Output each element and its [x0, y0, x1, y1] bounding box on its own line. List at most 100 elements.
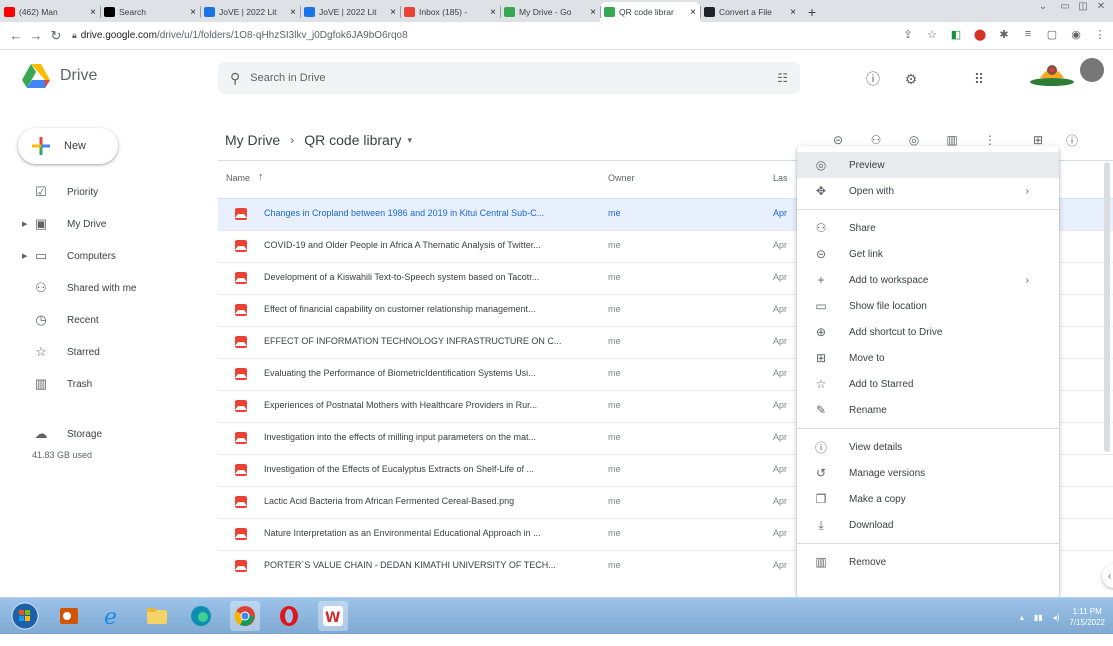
column-owner[interactable]: Owner — [608, 173, 635, 183]
settings-icon[interactable]: ⚙ — [902, 70, 920, 88]
reading-list-icon[interactable]: ≡ — [1021, 27, 1035, 41]
browser-tab[interactable]: Search × — [100, 2, 200, 22]
sidebar-item-recent[interactable]: ◷ Recent — [0, 304, 210, 336]
expand-arrow-icon[interactable]: ▶ — [22, 252, 27, 260]
url-field[interactable]: 🔒︎ drive.google.com/drive/u/1/folders/1O… — [72, 30, 408, 41]
file-name[interactable]: Lactic Acid Bacteria from African Fermen… — [264, 496, 599, 506]
file-name[interactable]: Experiences of Postnatal Mothers with He… — [264, 400, 599, 410]
edge-icon[interactable] — [186, 601, 216, 631]
search-bar[interactable]: ⚲ Search in Drive ☷ — [218, 62, 800, 94]
file-name[interactable]: Investigation into the effects of millin… — [264, 432, 599, 442]
search-input[interactable]: Search in Drive — [250, 72, 325, 84]
browser-menu-icon[interactable]: ⋮ — [1093, 27, 1107, 41]
chrome-icon[interactable] — [230, 601, 260, 631]
file-name[interactable]: Investigation of the Effects of Eucalypt… — [264, 464, 599, 474]
close-tab-icon[interactable]: × — [690, 7, 696, 18]
outlook-icon[interactable] — [54, 601, 84, 631]
restore-icon[interactable]: ◫ — [1075, 1, 1091, 12]
menu-item-open-with[interactable]: ✥ Open with › — [797, 178, 1059, 204]
close-tab-icon[interactable]: × — [490, 7, 496, 18]
file-name[interactable]: PORTER`S VALUE CHAIN - DEDAN KIMATHI UNI… — [264, 560, 599, 570]
reload-icon[interactable]: ↻ — [46, 28, 66, 44]
file-name[interactable]: EFFECT OF INFORMATION TECHNOLOGY INFRAST… — [264, 336, 599, 346]
menu-item-move-to[interactable]: ⊞ Move to — [797, 345, 1059, 371]
menu-item-remove[interactable]: ▥ Remove — [797, 549, 1059, 575]
details-info-icon[interactable]: ⓘ — [1064, 132, 1080, 148]
browser-tab[interactable]: Convert a File × — [700, 2, 800, 22]
back-icon[interactable]: ← — [6, 28, 26, 43]
network-icon[interactable]: ▮▮ — [1034, 613, 1043, 622]
sort-arrow-up-icon[interactable]: ↑ — [258, 171, 264, 183]
menu-item-view-details[interactable]: ⓘ View details — [797, 434, 1059, 460]
menu-item-add-to-starred[interactable]: ☆ Add to Starred — [797, 371, 1059, 397]
file-name[interactable]: Evaluating the Performance of BiometricI… — [264, 368, 599, 378]
sidebar-item-priority[interactable]: ☑ Priority — [0, 176, 210, 208]
bookmark-star-icon[interactable]: ☆ — [925, 27, 939, 41]
extension-red-icon[interactable]: ⬤ — [973, 27, 987, 41]
extension-green-icon[interactable]: ◧ — [949, 27, 963, 41]
profile-icon[interactable]: ◉ — [1069, 27, 1083, 41]
menu-item-manage-versions[interactable]: ↺ Manage versions — [797, 460, 1059, 486]
clock[interactable]: 1:11 PM 7/15/2022 — [1069, 606, 1105, 628]
internet-explorer-icon[interactable]: e — [98, 601, 128, 631]
organization-logo[interactable] — [1028, 56, 1076, 88]
tray-overflow-icon[interactable]: ▴ — [1020, 613, 1024, 622]
minimize-icon[interactable]: ▭ — [1057, 1, 1073, 12]
file-name[interactable]: COVID-19 and Older People in Africa A Th… — [264, 240, 599, 250]
menu-item-share[interactable]: ⚇ Share — [797, 215, 1059, 241]
column-name[interactable]: Name — [226, 173, 250, 183]
browser-tab[interactable]: QR code librar × — [600, 2, 700, 22]
file-name[interactable]: Development of a Kiswahili Text-to-Speec… — [264, 272, 599, 282]
opera-icon[interactable] — [274, 601, 304, 631]
menu-item-download[interactable]: ⤓ Download — [797, 512, 1059, 538]
file-explorer-icon[interactable] — [142, 601, 172, 631]
chevron-down-icon[interactable]: ▾ — [408, 135, 413, 146]
drive-logo[interactable]: Drive — [22, 64, 97, 88]
sidebar-item-starred[interactable]: ☆ Starred — [0, 336, 210, 368]
file-name[interactable]: Changes in Cropland between 1986 and 201… — [264, 208, 599, 218]
apps-grid-icon[interactable]: ⠿ — [970, 70, 988, 88]
search-icon[interactable]: ⚲ — [230, 70, 240, 87]
close-tab-icon[interactable]: × — [90, 7, 96, 18]
breadcrumb-my-drive[interactable]: My Drive — [225, 132, 280, 148]
browser-tab[interactable]: (462) Man × — [0, 2, 100, 22]
menu-item-make-a-copy[interactable]: ❐ Make a copy — [797, 486, 1059, 512]
volume-icon[interactable]: ◂) — [1053, 613, 1060, 622]
expand-arrow-icon[interactable]: ▶ — [22, 220, 27, 228]
close-tab-icon[interactable]: × — [790, 7, 796, 18]
close-tab-icon[interactable]: × — [290, 7, 296, 18]
browser-tab[interactable]: JoVE | 2022 Lit × — [300, 2, 400, 22]
scrollbar[interactable] — [1104, 162, 1110, 452]
close-tab-icon[interactable]: × — [590, 7, 596, 18]
file-name[interactable]: Nature Interpretation as an Environmenta… — [264, 528, 599, 538]
search-options-icon[interactable]: ☷ — [777, 71, 788, 85]
menu-item-add-to-workspace[interactable]: + Add to workspace › — [797, 267, 1059, 293]
sidebar-item-shared-with-me[interactable]: ⚇ Shared with me — [0, 272, 210, 304]
browser-tab[interactable]: Inbox (185) - × — [400, 2, 500, 22]
browser-tab[interactable]: JoVE | 2022 Lit × — [200, 2, 300, 22]
close-window-icon[interactable]: ✕ — [1093, 1, 1109, 12]
breadcrumb-current-folder[interactable]: QR code library — [304, 132, 401, 148]
sidebar-item-computers[interactable]: ▶ ▭ Computers — [0, 240, 210, 272]
file-name[interactable]: Effect of financial capability on custom… — [264, 304, 599, 314]
browser-tab[interactable]: My Drive - Go × — [500, 2, 600, 22]
start-button[interactable] — [10, 601, 40, 631]
extensions-puzzle-icon[interactable]: ✱ — [997, 27, 1011, 41]
menu-item-add-shortcut-to-drive[interactable]: ⊕ Add shortcut to Drive — [797, 319, 1059, 345]
menu-item-get-link[interactable]: ⊝ Get link — [797, 241, 1059, 267]
tab-search-icon[interactable]: ⌄ — [1031, 1, 1055, 12]
new-button[interactable]: New — [18, 128, 118, 164]
new-tab-button[interactable]: + — [800, 2, 824, 22]
share-page-icon[interactable]: ⇪ — [901, 27, 915, 41]
menu-item-preview[interactable]: ◎ Preview — [797, 152, 1059, 178]
sidebar-item-my-drive[interactable]: ▶ ▣ My Drive — [0, 208, 210, 240]
lock-icon[interactable]: 🔒︎ — [72, 30, 77, 41]
wps-office-icon[interactable]: W — [318, 601, 348, 631]
close-tab-icon[interactable]: × — [390, 7, 396, 18]
sidebar-item-storage[interactable]: ☁ Storage — [0, 424, 210, 444]
side-panel-toggle[interactable]: ‹ — [1102, 564, 1113, 588]
forward-icon[interactable]: → — [26, 28, 46, 43]
avatar[interactable] — [1080, 58, 1104, 82]
close-tab-icon[interactable]: × — [190, 7, 196, 18]
sidebar-item-trash[interactable]: ▥ Trash — [0, 368, 210, 400]
